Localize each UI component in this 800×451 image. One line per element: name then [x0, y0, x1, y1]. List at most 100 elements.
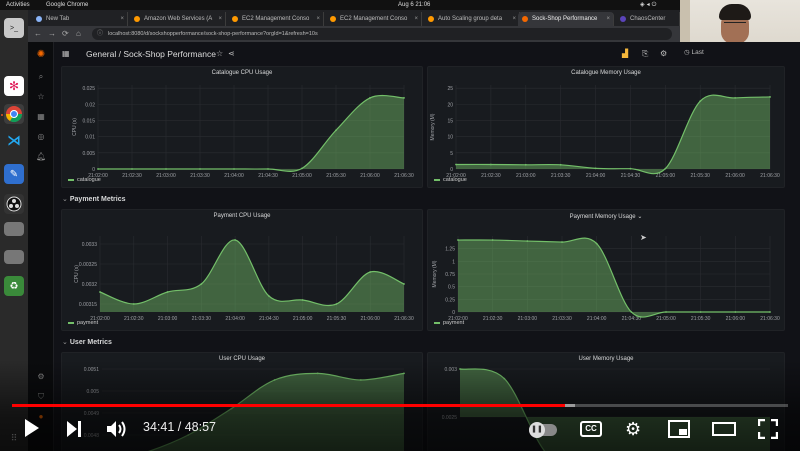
text-editor-icon[interactable]: ✎	[4, 164, 24, 184]
home-icon[interactable]: ⌂	[76, 28, 81, 40]
tab-label: Amazon Web Services (A	[144, 16, 213, 22]
theater-mode-icon[interactable]	[712, 420, 736, 442]
data-point	[403, 283, 405, 285]
subtitles-button[interactable]: CC	[580, 421, 602, 437]
x-tick-label: 21:02:30	[483, 316, 503, 322]
panel-catalogue-cpu[interactable]: Catalogue CPU Usage 0 0.005 0.01 0.015 0.02 0…	[61, 66, 423, 188]
x-tick-label: 21:04:00	[225, 316, 245, 322]
slack-icon[interactable]: ✻	[4, 76, 24, 96]
row-user-metrics[interactable]: ⌄ User Metrics	[62, 338, 112, 346]
x-tick-label: 21:05:00	[293, 316, 313, 322]
settings-gear-icon[interactable]: ⚙	[625, 419, 641, 439]
search-icon[interactable]	[4, 50, 24, 70]
grafana-logo-icon[interactable]: ✺	[36, 50, 46, 60]
tab-new-tab[interactable]: New Tab ×	[32, 12, 128, 26]
chart-payment-cpu: 0.003150.00320.003250.003321:02:00 21:02:…	[74, 236, 414, 322]
data-point	[335, 303, 338, 305]
trash-icon[interactable]: ♻	[4, 276, 24, 296]
tab-aws[interactable]: Amazon Web Services (A ×	[130, 12, 226, 26]
starred-icon[interactable]: ☆	[36, 92, 46, 102]
close-icon[interactable]: ×	[606, 12, 610, 26]
drive-icon[interactable]	[4, 222, 24, 236]
obs-icon[interactable]	[4, 194, 24, 214]
data-point	[200, 283, 203, 285]
legend-item[interactable]: catalogue	[434, 177, 467, 183]
miniplayer-icon[interactable]	[668, 420, 690, 442]
vscode-icon[interactable]: ⋊	[4, 130, 24, 150]
clock[interactable]: Aug 6 21:06	[398, 0, 430, 10]
data-point	[699, 100, 702, 103]
tab-chaoscenter[interactable]: ChaosCenter	[616, 12, 680, 26]
data-point	[166, 291, 169, 293]
row-payment-metrics[interactable]: ⌄ Payment Metrics	[62, 195, 126, 203]
fullscreen-icon[interactable]	[757, 418, 779, 443]
data-point	[491, 239, 494, 241]
running-indicator	[1, 114, 3, 116]
reload-icon[interactable]: ⟳	[62, 28, 69, 40]
close-icon[interactable]: ×	[316, 12, 320, 26]
volume-icon[interactable]	[106, 420, 128, 442]
share-icon[interactable]: ⋖	[228, 49, 235, 58]
x-tick-label: 21:03:00	[516, 173, 536, 179]
close-icon[interactable]: ×	[512, 12, 516, 26]
legend-item[interactable]: payment	[68, 320, 98, 326]
data-point	[559, 163, 562, 166]
drive-icon-2[interactable]	[4, 250, 24, 264]
explore-icon[interactable]: ◎	[36, 132, 46, 142]
app-menu[interactable]: Google Chrome	[46, 0, 88, 10]
back-icon[interactable]: ←	[34, 28, 42, 40]
time-picker[interactable]: ◷ Last	[684, 48, 704, 56]
tab-sock-shop[interactable]: Sock-Shop Performance ×	[518, 12, 614, 26]
next-icon[interactable]	[66, 420, 82, 442]
dashboards-grid-icon[interactable]: ▦	[62, 49, 70, 58]
legend-item[interactable]: payment	[434, 320, 464, 326]
play-icon[interactable]	[24, 418, 40, 442]
dashboards-icon[interactable]: ▦	[36, 112, 46, 122]
activities-button[interactable]: Activities	[6, 0, 30, 10]
y-axis-label: CPU (s)	[74, 265, 80, 283]
settings-icon[interactable]: ⚙	[660, 49, 667, 58]
save-icon[interactable]: ⎘	[642, 49, 648, 59]
row-label: User Metrics	[69, 339, 112, 346]
data-point	[665, 311, 667, 313]
star-icon[interactable]: ☆	[216, 49, 223, 58]
y-axis-label: Memory (M)	[430, 113, 436, 140]
y-tick-label: 0.25	[445, 297, 455, 303]
search-icon[interactable]: ⌕	[36, 72, 46, 82]
data-point	[97, 168, 99, 170]
close-icon[interactable]: ×	[218, 12, 222, 26]
add-panel-icon[interactable]: ▟	[622, 49, 628, 58]
tab-auto-scaling[interactable]: Auto Scaling group deta ×	[424, 12, 520, 26]
terminal-icon[interactable]: >_	[4, 18, 24, 38]
power-icon: ⏻	[651, 2, 659, 8]
forward-icon[interactable]: →	[48, 28, 56, 40]
data-point	[561, 241, 563, 243]
x-tick-label: 21:03:00	[518, 316, 538, 322]
tab-label: Auto Scaling group deta	[438, 16, 503, 22]
panel-catalogue-memory[interactable]: Catalogue Memory Usage 0 5 10 15 20 25 21:02:0…	[427, 66, 785, 188]
row-label: Payment Metrics	[69, 196, 126, 203]
x-tick-label: 21:04:30	[259, 316, 279, 322]
aws-icon	[428, 16, 434, 22]
tab-ec2-1[interactable]: EC2 Management Conso ×	[228, 12, 324, 26]
url-bar[interactable]: ⓘ localhost:8080/d/sockshopperformance/s…	[92, 28, 672, 40]
panel-payment-cpu[interactable]: Payment CPU Usage 0.00315 0.0032 0.00325 0.…	[61, 209, 423, 331]
system-tray[interactable]: ◈◂⏻	[640, 0, 658, 10]
series-area	[456, 95, 770, 174]
data-point	[734, 311, 737, 313]
data-point	[301, 299, 304, 301]
panel-payment-memory[interactable]: Payment Memory Usage ⌄ 0 0.25 0.5 0.75 1 1.25…	[427, 209, 785, 331]
chrome-icon[interactable]	[4, 104, 24, 124]
dashboard-title[interactable]: General / Sock-Shop Performance	[86, 49, 216, 59]
autoplay-toggle[interactable]: ❚❚	[529, 422, 557, 438]
legend-item[interactable]: catalogue	[68, 177, 101, 183]
x-tick-label: 21:03:30	[192, 316, 212, 322]
close-icon[interactable]: ×	[414, 12, 418, 26]
x-tick-label: 21:03:00	[158, 316, 178, 322]
time-picker-label: Last	[691, 49, 704, 56]
tab-ec2-2[interactable]: EC2 Management Conso ×	[326, 12, 422, 26]
alerting-icon[interactable]: 🔔︎	[36, 152, 46, 162]
close-icon[interactable]: ×	[120, 12, 124, 26]
x-tick-label: 21:04:00	[587, 316, 607, 322]
y-tick-label: 0.0032	[82, 282, 98, 288]
